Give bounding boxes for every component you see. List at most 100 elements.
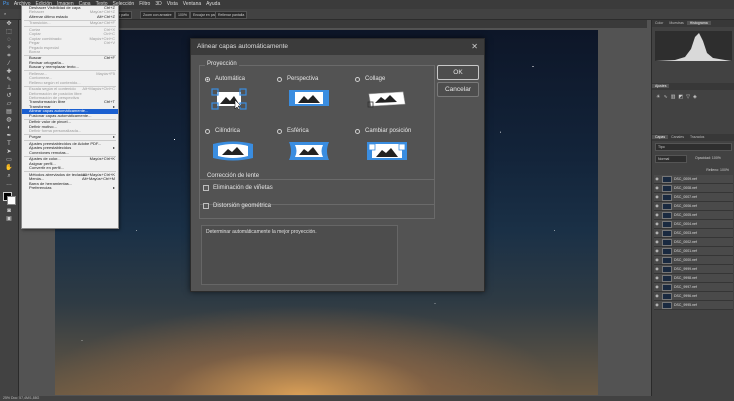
color-swatches[interactable]: [3, 192, 16, 205]
eye-icon[interactable]: ◉: [654, 184, 660, 192]
radio-spherical[interactable]: Esférica: [277, 128, 309, 134]
edit-menu-item[interactable]: Fusionar capas automáticamente...: [22, 113, 118, 118]
move-tool-icon[interactable]: ✥: [5, 21, 13, 28]
healing-tool-icon[interactable]: ✚: [5, 69, 13, 76]
photoshop-logo-icon[interactable]: Ps: [3, 1, 9, 7]
layer-row[interactable]: ◉ DSC_0004.nef: [654, 220, 733, 229]
layer-row[interactable]: ◉ DSC_9998.nef: [654, 274, 733, 283]
radio-spherical-button[interactable]: [277, 128, 282, 134]
path-select-tool-icon[interactable]: ➤: [5, 149, 13, 156]
radio-collage[interactable]: Collage: [355, 76, 385, 82]
distortion-checkbox-box[interactable]: [203, 203, 209, 209]
eye-icon[interactable]: ◉: [654, 292, 660, 300]
layer-row[interactable]: ◉ DSC_9997.nef: [654, 283, 733, 292]
edit-menu-item[interactable]: Alternar último estado Alt+Ctrl+Z: [22, 14, 118, 19]
eye-icon[interactable]: ◉: [654, 301, 660, 309]
radio-reposition[interactable]: Cambiar posición: [355, 128, 411, 134]
panel-tab[interactable]: Histograma: [686, 21, 711, 25]
eye-icon[interactable]: ◉: [654, 193, 660, 201]
auto-projection-icon[interactable]: [211, 88, 247, 110]
layer-row[interactable]: ◉ DSC_0001.nef: [654, 247, 733, 256]
menu-9[interactable]: Ventana: [183, 1, 201, 7]
layer-row[interactable]: ◉ DSC_9995.nef: [654, 301, 733, 310]
edit-menu-item[interactable]: Definir forma personalizada...: [22, 128, 118, 133]
layers-tab[interactable]: Canales: [668, 135, 687, 139]
radio-perspective-button[interactable]: [277, 76, 282, 82]
hue-icon[interactable]: ◈: [693, 94, 697, 100]
edit-menu-item[interactable]: Borrar: [22, 49, 118, 54]
geometric-distortion-checkbox[interactable]: Distorsión geométrica: [203, 203, 271, 209]
radio-collage-button[interactable]: [355, 76, 360, 82]
menu-7[interactable]: 3D: [155, 1, 161, 7]
radio-auto-button[interactable]: [205, 76, 210, 82]
magic-wand-tool-icon[interactable]: ✧: [5, 45, 13, 52]
curves-icon[interactable]: ∿: [663, 94, 667, 100]
layer-row[interactable]: ◉ DSC_0007.nef: [654, 193, 733, 202]
brightness-icon[interactable]: ☀: [656, 94, 660, 100]
opacity-field[interactable]: Opacidad: 100%: [693, 155, 731, 161]
brush-tool-icon[interactable]: ✎: [5, 77, 13, 84]
eye-icon[interactable]: ◉: [654, 211, 660, 219]
edit-menu-item[interactable]: Relleno según el contenido...: [22, 80, 118, 85]
eyedropper-tool-icon[interactable]: ⁄: [5, 61, 13, 68]
spherical-projection-icon[interactable]: [289, 140, 329, 162]
close-icon[interactable]: ✕: [471, 39, 478, 55]
layer-row[interactable]: ◉ DSC_9996.nef: [654, 292, 733, 301]
exposure-icon[interactable]: ◩: [678, 94, 683, 100]
edit-menu-item[interactable]: Purgar ▸: [22, 135, 118, 140]
menu-6[interactable]: Filtro: [139, 1, 150, 7]
radio-reposition-button[interactable]: [355, 128, 360, 134]
radio-perspective[interactable]: Perspectiva: [277, 76, 318, 82]
eye-icon[interactable]: ◉: [654, 229, 660, 237]
eye-icon[interactable]: ◉: [654, 175, 660, 183]
blend-mode-select[interactable]: Normal: [655, 155, 687, 163]
eye-icon[interactable]: ◉: [654, 238, 660, 246]
crop-tool-icon[interactable]: ⌗: [5, 53, 13, 60]
layer-row[interactable]: ◉ DSC_0009.nef: [654, 175, 733, 184]
eye-icon[interactable]: ◉: [654, 202, 660, 210]
eye-icon[interactable]: ◉: [654, 274, 660, 282]
layers-tab[interactable]: Trazados: [687, 135, 707, 139]
radio-cylindrical[interactable]: Cilíndrica: [205, 128, 240, 134]
radio-auto[interactable]: Automática: [205, 76, 245, 82]
layer-kind-filter[interactable]: Tipo: [655, 143, 732, 151]
fill-screen-button[interactable]: Rellenar pantalla: [215, 11, 248, 19]
eye-icon[interactable]: ◉: [654, 220, 660, 228]
ok-button[interactable]: OK: [437, 65, 479, 80]
vibrance-icon[interactable]: ▽: [686, 94, 690, 100]
eye-icon[interactable]: ◉: [654, 247, 660, 255]
type-tool-icon[interactable]: T: [5, 141, 13, 148]
quick-mask-icon[interactable]: ◙: [5, 208, 13, 215]
collage-projection-icon[interactable]: [367, 88, 407, 110]
menu-8[interactable]: Vista: [167, 1, 178, 7]
edit-menu-item[interactable]: Conexiones remotas...: [22, 150, 118, 155]
lasso-tool-icon[interactable]: ◌: [5, 37, 13, 44]
more-tools-icon[interactable]: …: [5, 181, 13, 188]
layer-row[interactable]: ◉ DSC_9999.nef: [654, 265, 733, 274]
marquee-tool-icon[interactable]: ⬚: [5, 29, 13, 36]
zoom-icon[interactable]: ⌕: [4, 9, 6, 19]
shape-tool-icon[interactable]: ▭: [5, 157, 13, 164]
zoom-tool-icon[interactable]: ⌕: [5, 173, 13, 180]
layer-row[interactable]: ◉ DSC_0002.nef: [654, 238, 733, 247]
edit-menu-item[interactable]: Convertir en perfil...: [22, 165, 118, 170]
eraser-tool-icon[interactable]: ▱: [5, 101, 13, 108]
history-brush-icon[interactable]: ↺: [5, 93, 13, 100]
fill-field[interactable]: Relleno: 100%: [655, 167, 732, 173]
perspective-projection-icon[interactable]: [289, 88, 329, 108]
edit-menu-item[interactable]: Buscar y reemplazar texto...: [22, 65, 118, 69]
edit-menu-item[interactable]: Preferencias ▸: [22, 185, 118, 190]
gradient-tool-icon[interactable]: ▤: [5, 109, 13, 116]
vignette-removal-checkbox[interactable]: Eliminación de viñetas: [203, 185, 273, 191]
layer-row[interactable]: ◉ DSC_0003.nef: [654, 229, 733, 238]
layer-row[interactable]: ◉ DSC_0000.nef: [654, 256, 733, 265]
pen-tool-icon[interactable]: ✒: [5, 133, 13, 140]
eye-icon[interactable]: ◉: [654, 265, 660, 273]
blur-tool-icon[interactable]: ◍: [5, 117, 13, 124]
radio-cylindrical-button[interactable]: [205, 128, 210, 134]
hand-tool-icon[interactable]: ✋: [5, 165, 13, 172]
layer-row[interactable]: ◉ DSC_0008.nef: [654, 184, 733, 193]
eye-icon[interactable]: ◉: [654, 283, 660, 291]
levels-icon[interactable]: ▥: [671, 94, 676, 100]
scrubby-zoom-chip[interactable]: Zoom con arrastre: [140, 11, 175, 19]
